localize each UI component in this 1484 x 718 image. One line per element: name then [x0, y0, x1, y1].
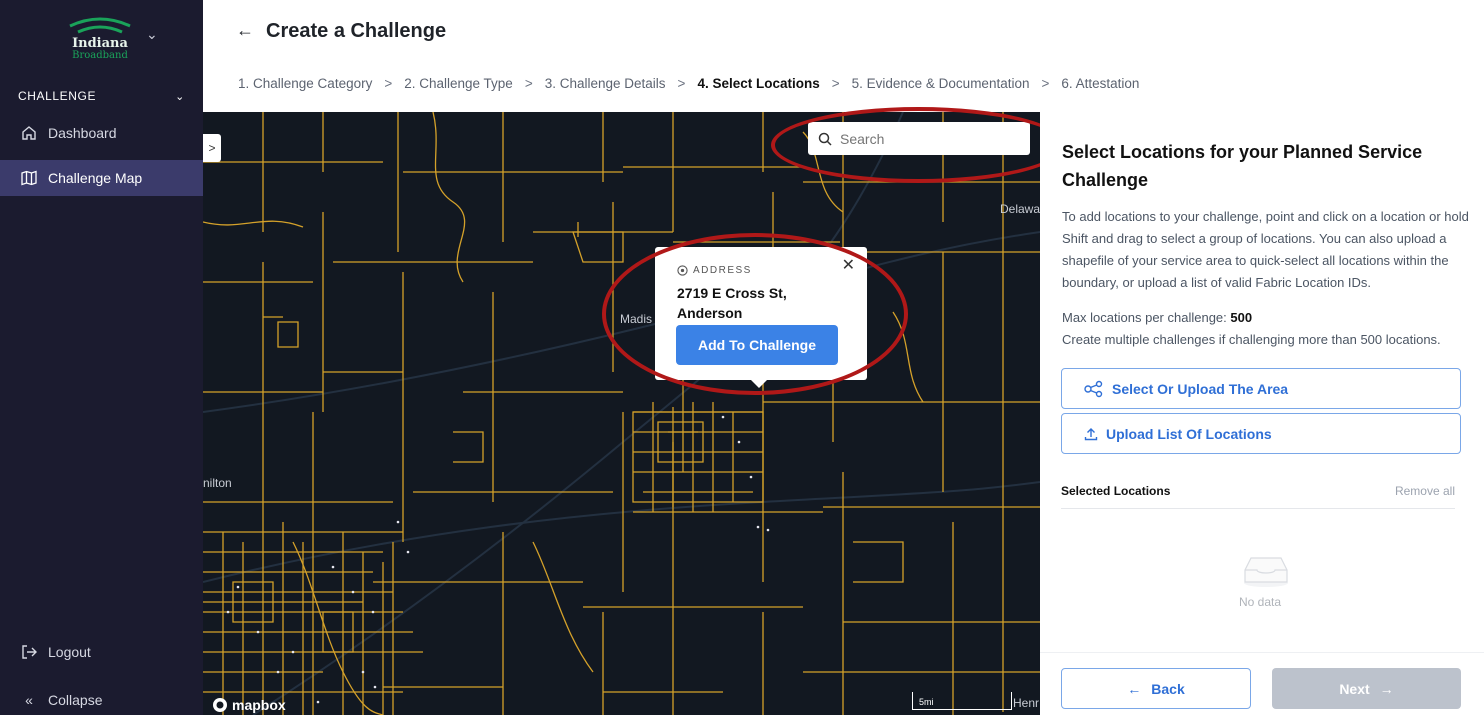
selected-locations-title: Selected Locations	[1061, 484, 1171, 498]
chevron-right-icon: >	[524, 76, 533, 91]
mapbox-logo[interactable]: mapbox	[212, 697, 286, 713]
max-locations-value: 500	[1230, 310, 1253, 325]
map-label-delaware: Delawa	[1000, 202, 1040, 216]
challenge-map[interactable]: Delawa Madis nilton Henr	[203, 112, 1040, 715]
location-pin-icon	[677, 265, 688, 276]
divider	[1061, 508, 1455, 509]
page-title: Create a Challenge	[266, 20, 447, 42]
panel-title: Select Locations for your Planned Servic…	[1062, 142, 1423, 190]
empty-inbox-icon	[1236, 552, 1296, 593]
map-label-hamilton: nilton	[203, 476, 232, 490]
logout-icon	[20, 643, 38, 661]
stepper: 1. Challenge Category > 2. Challenge Typ…	[238, 76, 1139, 91]
double-chevron-left-icon: «	[25, 692, 33, 708]
svg-text:Broadband: Broadband	[72, 50, 128, 60]
map-icon	[20, 169, 38, 187]
chevron-right-icon: >	[384, 76, 393, 91]
arrow-right-icon: →	[1379, 680, 1394, 697]
select-or-upload-area-button[interactable]: Select Or Upload The Area	[1061, 368, 1461, 409]
svg-text:Indiana: Indiana	[72, 36, 128, 51]
upload-icon	[1084, 427, 1098, 441]
share-nodes-icon	[1084, 380, 1104, 398]
collapse-button[interactable]: « Collapse	[0, 682, 203, 718]
sidebar-item-label: Dashboard	[48, 125, 117, 141]
max-locations: Max locations per challenge: 500	[1062, 310, 1253, 325]
step-attestation[interactable]: 6. Attestation	[1061, 76, 1139, 91]
chevron-right-icon: >	[208, 141, 216, 155]
popup-address: 2719 E Cross St, Anderson	[677, 285, 787, 321]
address-popup: ADDRESS ✕ 2719 E Cross St, Anderson Add …	[655, 247, 867, 388]
chevron-right-icon: >	[677, 76, 686, 91]
arrow-left-icon: ←	[1127, 680, 1142, 697]
add-to-challenge-button[interactable]: Add To Challenge	[676, 325, 838, 365]
home-icon	[20, 124, 38, 142]
expand-panel-button[interactable]: >	[203, 134, 221, 162]
sidebar-item-challenge-map[interactable]: Challenge Map	[0, 160, 203, 196]
step-challenge-details[interactable]: 3. Challenge Details	[545, 76, 666, 91]
remove-all-link[interactable]: Remove all	[1395, 484, 1455, 498]
step-evidence-documentation[interactable]: 5. Evidence & Documentation	[852, 76, 1030, 91]
search-input[interactable]	[840, 130, 1020, 147]
logout-button[interactable]: Logout	[0, 634, 203, 670]
map-boundaries	[203, 112, 1040, 715]
select-locations-panel: Select Locations for your Planned Servic…	[1040, 112, 1484, 715]
search-icon	[818, 132, 832, 146]
map-search[interactable]	[808, 122, 1030, 155]
no-data-text: No data	[1238, 595, 1282, 609]
map-label-henry: Henr	[1013, 696, 1040, 710]
multiple-challenges-note: Create multiple challenges if challengin…	[1062, 332, 1441, 347]
next-button[interactable]: Next →	[1272, 668, 1461, 709]
chevron-down-icon: ⌄	[175, 90, 185, 103]
back-button[interactable]: ← Back	[1061, 668, 1251, 709]
popup-label: ADDRESS	[693, 265, 752, 276]
upload-list-of-locations-button[interactable]: Upload List Of Locations	[1061, 413, 1461, 454]
divider	[1040, 652, 1484, 653]
sidebar-item-dashboard[interactable]: Dashboard	[0, 115, 203, 151]
chevron-right-icon: >	[831, 76, 840, 91]
sidebar: Indiana Broadband ⌄ CHALLENGE ⌄ Dashboar…	[0, 0, 203, 715]
sidebar-item-label: Challenge Map	[48, 170, 143, 186]
chevron-down-icon[interactable]: ⌄	[146, 26, 158, 43]
sidebar-section-challenge[interactable]: CHALLENGE ⌄	[0, 84, 203, 108]
panel-description: To add locations to your challenge, poin…	[1062, 209, 1469, 290]
map-label-madison: Madis	[620, 312, 653, 326]
step-select-locations[interactable]: 4. Select Locations	[697, 76, 819, 91]
mapbox-icon	[213, 698, 227, 712]
step-challenge-category[interactable]: 1. Challenge Category	[238, 76, 372, 91]
close-icon[interactable]: ✕	[842, 255, 855, 275]
indiana-broadband-logo[interactable]: Indiana Broadband	[60, 10, 140, 61]
map-scale: 5mi	[912, 692, 1012, 710]
step-challenge-type[interactable]: 2. Challenge Type	[404, 76, 513, 91]
back-arrow-icon[interactable]: ←	[236, 20, 254, 41]
chevron-right-icon: >	[1041, 76, 1050, 91]
